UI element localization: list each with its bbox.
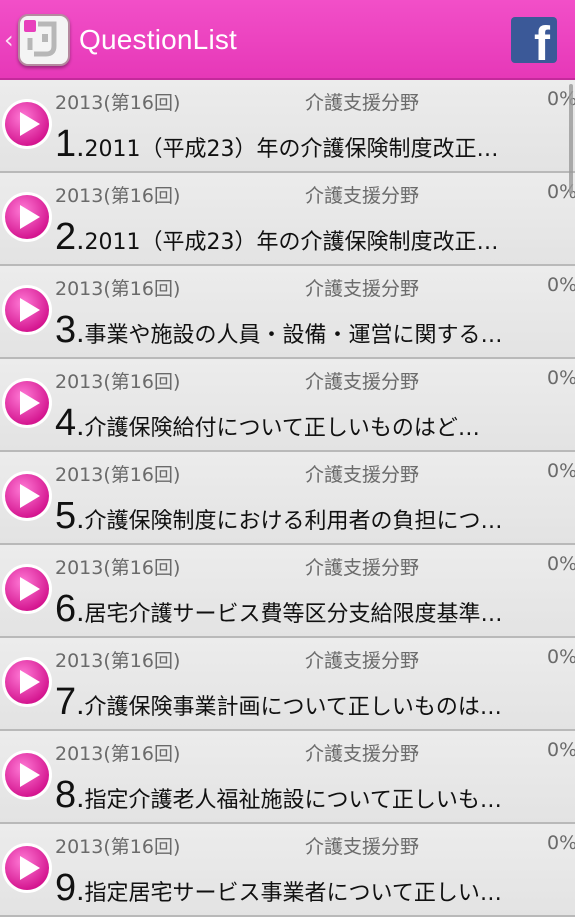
list-item[interactable]: 2013(第16回) 介護支援分野 0% 6.居宅介護サービス費等区分支給限度基… [0,545,575,638]
question-number: 5 [55,495,77,537]
exam-year: 2013(第16回) [55,650,181,672]
list-item[interactable]: 2013(第16回) 介護支援分野 0% 3.事業や施設の人員・設備・運営に関す… [0,266,575,359]
category-label: 介護支援分野 [305,557,420,579]
play-icon[interactable] [1,563,53,615]
category-label: 介護支援分野 [305,371,420,393]
question-number: 9 [55,867,77,909]
category-label: 介護支援分野 [305,836,420,858]
exam-year: 2013(第16回) [55,557,181,579]
facebook-icon[interactable]: f [511,17,557,69]
page-title: QuestionList [79,24,238,55]
list-item[interactable]: 2013(第16回) 介護支援分野 0% 8.指定介護老人福祉施設について正しい… [0,731,575,824]
app-bar: ‹ QuestionList f [0,0,575,80]
play-icon[interactable] [1,749,53,801]
progress-percent: 0% [547,832,575,854]
progress-percent: 0% [547,460,575,482]
question-text: 介護保険事業計画について正しいものは… [84,695,502,720]
progress-percent: 0% [547,274,575,296]
exam-year: 2013(第16回) [55,185,181,207]
question-title: 9.指定居宅サービス事業者について正しい… [55,864,575,912]
question-title: 8.指定介護老人福祉施設について正しいも… [55,771,575,819]
exam-year: 2013(第16回) [55,464,181,486]
category-label: 介護支援分野 [305,278,420,300]
play-icon[interactable] [1,284,53,336]
category-label: 介護支援分野 [305,743,420,765]
question-list: 2013(第16回) 介護支援分野 0% 1.2011（平成23）年の介護保険制… [0,80,575,917]
exam-year: 2013(第16回) [55,278,181,300]
exam-year: 2013(第16回) [55,371,181,393]
question-text: 指定介護老人福祉施設について正しいも… [84,788,502,813]
category-label: 介護支援分野 [305,464,420,486]
app-logo-icon[interactable] [18,14,70,66]
list-item[interactable]: 2013(第16回) 介護支援分野 0% 1.2011（平成23）年の介護保険制… [0,80,575,173]
progress-percent: 0% [547,553,575,575]
question-text: 2011（平成23）年の介護保険制度改正… [84,137,499,162]
play-icon[interactable] [1,842,53,894]
question-text: 居宅介護サービス費等区分支給限度基準… [84,602,503,627]
scrollbar[interactable] [569,84,573,194]
question-text: 介護保険制度における利用者の負担につ… [84,509,503,534]
play-icon[interactable] [1,470,53,522]
category-label: 介護支援分野 [305,92,420,114]
question-text: 指定居宅サービス事業者について正しい… [84,881,502,906]
list-item[interactable]: 2013(第16回) 介護支援分野 0% 2.2011（平成23）年の介護保険制… [0,173,575,266]
question-text: 事業や施設の人員・設備・運営に関する… [84,323,503,348]
question-number: 1 [55,123,77,165]
question-title: 6.居宅介護サービス費等区分支給限度基準… [55,585,575,633]
question-number: 7 [55,681,77,723]
question-text: 2011（平成23）年の介護保険制度改正… [84,230,499,255]
list-item[interactable]: 2013(第16回) 介護支援分野 0% 5.介護保険制度における利用者の負担に… [0,452,575,545]
question-number: 8 [55,774,77,816]
question-number: 6 [55,588,77,630]
category-label: 介護支援分野 [305,185,420,207]
question-number: 2 [55,216,77,258]
exam-year: 2013(第16回) [55,836,181,858]
chevron-left-icon[interactable]: ‹ [4,26,14,54]
list-item[interactable]: 2013(第16回) 介護支援分野 0% 9.指定居宅サービス事業者について正し… [0,824,575,917]
exam-year: 2013(第16回) [55,743,181,765]
question-title: 1.2011（平成23）年の介護保険制度改正… [55,120,575,168]
question-text: 介護保険給付について正しいものはど… [84,416,480,441]
question-number: 4 [55,402,77,444]
progress-percent: 0% [547,739,575,761]
list-item[interactable]: 2013(第16回) 介護支援分野 0% 7.介護保険事業計画について正しいもの… [0,638,575,731]
play-icon[interactable] [1,656,53,708]
play-icon[interactable] [1,98,53,150]
question-title: 5.介護保険制度における利用者の負担につ… [55,492,575,540]
category-label: 介護支援分野 [305,650,420,672]
play-icon[interactable] [1,191,53,243]
question-title: 7.介護保険事業計画について正しいものは… [55,678,575,726]
progress-percent: 0% [547,646,575,668]
play-icon[interactable] [1,377,53,429]
question-title: 2.2011（平成23）年の介護保険制度改正… [55,213,575,261]
question-title: 4.介護保険給付について正しいものはど… [55,399,575,447]
exam-year: 2013(第16回) [55,92,181,114]
progress-percent: 0% [547,367,575,389]
question-number: 3 [55,309,77,351]
question-title: 3.事業や施設の人員・設備・運営に関する… [55,306,575,354]
list-item[interactable]: 2013(第16回) 介護支援分野 0% 4.介護保険給付について正しいものはど… [0,359,575,452]
